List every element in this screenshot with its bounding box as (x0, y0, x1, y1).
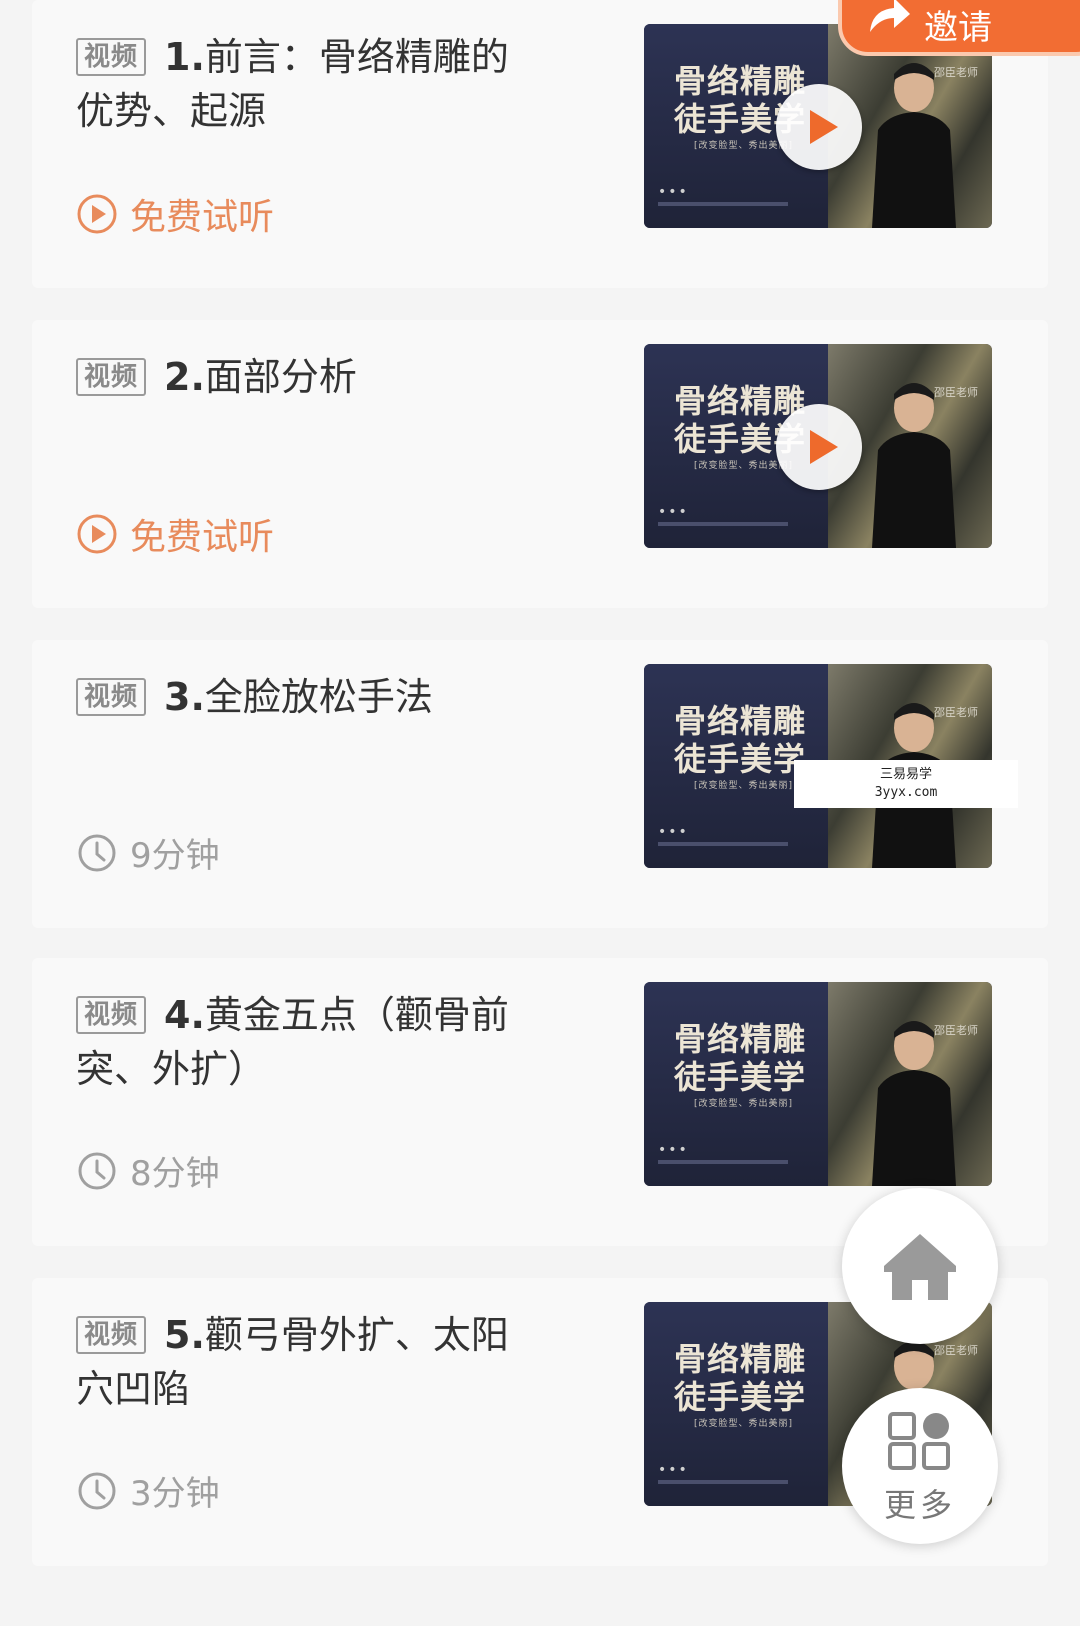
lesson-number: 1. (164, 35, 205, 79)
lesson-number: 5. (164, 1313, 205, 1357)
lesson-thumbnail[interactable]: 骨络精雕 徒手美学 [改变脸型、秀出美丽] ••• 邵臣老师 (644, 982, 992, 1186)
play-button[interactable] (776, 404, 862, 490)
lesson-title: 2.面部分析 (76, 350, 546, 404)
play-button[interactable] (776, 84, 862, 170)
free-preview-link[interactable]: 免费试听 (76, 508, 274, 560)
thumbnail-tagline: [改变脸型、秀出美丽] (694, 781, 794, 791)
more-fab-button[interactable]: 更多 (842, 1388, 998, 1544)
lesson-duration: 3分钟 (76, 1466, 220, 1515)
duration-text: 9分钟 (130, 836, 220, 876)
thumbnail-tagline: [改变脸型、秀出美丽] (694, 1419, 794, 1429)
teacher-photo (872, 63, 956, 228)
teacher-photo (872, 1021, 956, 1186)
lesson-title-text: 面部分析 (204, 355, 357, 399)
watermark: 三易易学 3yyx.com (794, 760, 1018, 808)
thumbnail-tagline: [改变脸型、秀出美丽] (694, 1099, 794, 1109)
clock-icon (78, 1152, 116, 1189)
invite-button[interactable]: 邀请 (838, 0, 1080, 56)
thumbnail-title: 骨络精雕 徒手美学 (674, 702, 807, 778)
thumbnail-dots: ••• (658, 504, 689, 520)
free-preview-link[interactable]: 免费试听 (76, 188, 274, 240)
teacher-photo (872, 383, 956, 548)
lesson-title: 3.全脸放松手法 (76, 670, 546, 724)
play-circle-icon (77, 514, 117, 554)
thumbnail-dots: ••• (658, 184, 689, 200)
free-preview-label: 免费试听 (130, 517, 275, 558)
lesson-title-text: 全脸放松手法 (204, 675, 433, 719)
thumbnail-title: 骨络精雕 徒手美学 (674, 1340, 807, 1416)
more-label: 更多 (883, 1486, 956, 1524)
lesson-duration: 9分钟 (76, 828, 220, 877)
free-preview-label: 免费试听 (130, 197, 275, 238)
home-fab-button[interactable] (842, 1188, 998, 1344)
lesson-title-text: 前言：骨络精雕的优势、起源 (76, 35, 509, 133)
duration-text: 3分钟 (130, 1474, 220, 1514)
thumbnail-dots: ••• (658, 1142, 689, 1158)
lesson-title: 1.前言：骨络精雕的优势、起源 (76, 30, 546, 138)
lesson-title-text: 颧弓骨外扩、太阳穴凹陷 (76, 1313, 509, 1411)
lesson-card-2[interactable]: 视频 2.面部分析 免费试听 骨络精雕 徒手美学 [改变脸型、秀出美丽] ••• … (32, 320, 1048, 608)
lesson-title: 5.颧弓骨外扩、太阳穴凹陷 (76, 1308, 546, 1416)
clock-icon (78, 834, 116, 871)
thumbnail-title: 骨络精雕 徒手美学 (674, 1020, 807, 1096)
lesson-number: 3. (164, 675, 205, 719)
share-arrow-icon (870, 0, 910, 32)
lesson-number: 4. (164, 993, 205, 1037)
home-icon (884, 1234, 956, 1300)
thumbnail-dots: ••• (658, 1462, 689, 1478)
thumbnail-dots: ••• (658, 824, 689, 840)
lesson-duration: 8分钟 (76, 1146, 220, 1195)
invite-label: 邀请 (924, 8, 992, 48)
lesson-number: 2. (164, 355, 205, 399)
lesson-thumbnail[interactable]: 骨络精雕 徒手美学 [改变脸型、秀出美丽] ••• 邵臣老师 (644, 344, 992, 548)
play-circle-icon (77, 194, 117, 234)
duration-text: 8分钟 (130, 1154, 220, 1194)
lesson-title-text: 黄金五点（颧骨前突、外扩） (76, 993, 509, 1091)
clock-icon (78, 1472, 116, 1509)
lesson-title: 4.黄金五点（颧骨前突、外扩） (76, 988, 546, 1096)
